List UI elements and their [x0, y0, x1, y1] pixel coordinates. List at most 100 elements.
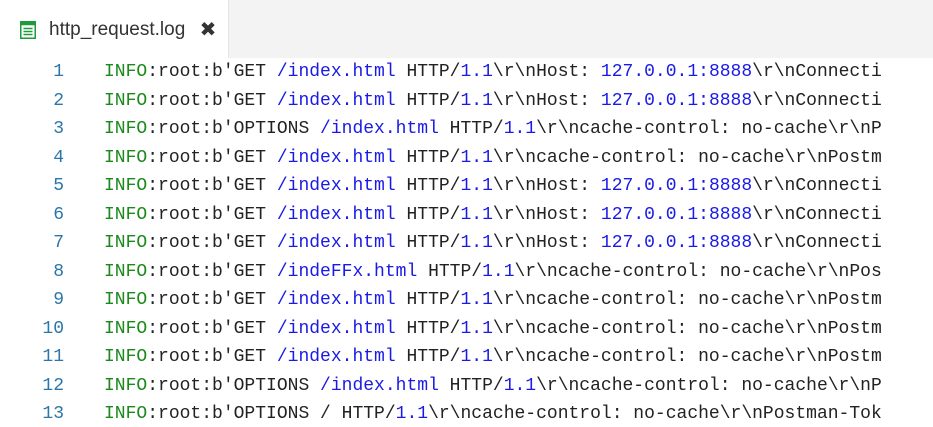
token-plain: HTTP/: [395, 204, 461, 225]
token-plain: \r\ncache-control: no-cache\r\nPostm: [492, 290, 882, 310]
token-plain: :root:b'GET: [147, 147, 277, 168]
token-num: 127.0.0.1:8888: [600, 62, 753, 82]
line-number: 6: [53, 204, 64, 225]
code-text[interactable]: INFO:root:b'GET /index.html HTTP/1.1\r\n…: [104, 87, 882, 116]
code-text[interactable]: INFO:root:b'GET /index.html HTTP/1.1\r\n…: [104, 286, 882, 315]
code-line: 4 INFO:root:b'GET /index.html HTTP/1.1\r…: [0, 144, 933, 173]
token-num: 127.0.0.1:8888: [600, 204, 753, 225]
token-plain: \r\ncache-control: no-cache\r\nP: [536, 119, 882, 139]
token-plain: HTTP/: [395, 147, 461, 168]
token-info: INFO: [104, 176, 148, 196]
token-plain: :root:b'GET: [147, 290, 277, 310]
code-text[interactable]: INFO:root:b'GET /index.html HTTP/1.1\r\n…: [104, 315, 882, 344]
token-info: INFO: [104, 290, 148, 310]
code-text[interactable]: INFO:root:b'GET /index.html HTTP/1.1\r\n…: [104, 58, 882, 87]
token-plain: HTTP/: [395, 233, 461, 253]
token-path: /index.html: [276, 347, 396, 367]
code-text[interactable]: INFO:root:b'GET /indeFFx.html HTTP/1.1\r…: [104, 258, 882, 287]
code-line: 13 INFO:root:b'OPTIONS / HTTP/1.1\r\ncac…: [0, 400, 933, 427]
token-path: /index.html: [320, 375, 439, 396]
token-info: INFO: [104, 375, 148, 396]
token-plain: \r\nConnecti: [752, 90, 882, 111]
tab-bar: http_request.log ✖: [0, 0, 933, 58]
line-number: 3: [53, 119, 64, 139]
token-plain: :root:b'GET: [147, 62, 277, 82]
token-plain: \r\ncache-control: no-cache\r\nPos: [514, 261, 882, 282]
code-line: 7 INFO:root:b'GET /index.html HTTP/1.1\r…: [0, 229, 933, 258]
token-path: /index.html: [276, 176, 396, 196]
token-info: INFO: [104, 404, 148, 424]
tab-http-request-log[interactable]: http_request.log ✖: [0, 0, 229, 58]
code-text[interactable]: INFO:root:b'GET /index.html HTTP/1.1\r\n…: [104, 201, 882, 230]
token-info: INFO: [104, 147, 148, 168]
code-line: 9 INFO:root:b'GET /index.html HTTP/1.1\r…: [0, 286, 933, 315]
code-text[interactable]: INFO:root:b'GET /index.html HTTP/1.1\r\n…: [104, 172, 882, 201]
token-plain: HTTP/: [395, 290, 461, 310]
code-line: 10 INFO:root:b'GET /index.html HTTP/1.1\…: [0, 315, 933, 344]
line-number: 9: [53, 290, 64, 310]
token-info: INFO: [104, 90, 148, 111]
close-icon[interactable]: ✖: [198, 16, 218, 42]
code-line: 6 INFO:root:b'GET /index.html HTTP/1.1\r…: [0, 201, 933, 230]
token-plain: \r\ncache-control: no-cache\r\nPostm: [492, 347, 882, 367]
token-plain: \r\ncache-control: no-cache\r\nP: [536, 375, 882, 396]
code-text[interactable]: INFO:root:b'GET /index.html HTTP/1.1\r\n…: [104, 343, 882, 372]
code-text[interactable]: INFO:root:b'OPTIONS / HTTP/1.1\r\ncache-…: [104, 400, 882, 427]
token-plain: \r\nHost:: [492, 176, 601, 196]
token-plain: :root:b'GET: [147, 347, 277, 367]
code-text[interactable]: INFO:root:b'GET /index.html HTTP/1.1\r\n…: [104, 229, 882, 258]
token-plain: \r\nConnecti: [752, 204, 882, 225]
code-line: 11 INFO:root:b'GET /index.html HTTP/1.1\…: [0, 343, 933, 372]
token-plain: :root:b'GET: [147, 318, 277, 339]
token-plain: HTTP/: [395, 90, 461, 111]
token-info: INFO: [104, 119, 148, 139]
line-number: 5: [53, 176, 64, 196]
code-text[interactable]: INFO:root:b'OPTIONS /index.html HTTP/1.1…: [104, 115, 882, 144]
token-path: /index.html: [320, 119, 439, 139]
token-num: 1.1: [460, 176, 493, 196]
line-number: 1: [53, 62, 64, 82]
line-number: 10: [42, 318, 64, 339]
token-num: 1.1: [503, 375, 537, 396]
token-plain: HTTP/: [395, 318, 461, 339]
tab-title: http_request.log: [49, 19, 186, 40]
line-number: 7: [53, 233, 64, 253]
token-path: /index.html: [276, 147, 396, 168]
line-number: 2: [53, 90, 64, 111]
token-path: /index.html: [276, 62, 396, 82]
token-info: INFO: [104, 233, 148, 253]
token-plain: \r\nHost:: [492, 233, 601, 253]
code-line: 12 INFO:root:b'OPTIONS /index.html HTTP/…: [0, 372, 933, 401]
token-num: 127.0.0.1:8888: [600, 90, 753, 111]
token-path: /index.html: [276, 90, 396, 111]
token-plain: :root:b'GET: [147, 176, 277, 196]
line-number: 13: [42, 404, 64, 424]
token-path: /index.html: [276, 290, 396, 310]
token-plain: \r\nConnecti: [752, 233, 882, 253]
token-num: 1.1: [395, 404, 429, 424]
line-number: 12: [42, 375, 64, 396]
token-plain: \r\ncache-control: no-cache\r\nPostm: [492, 318, 882, 339]
token-plain: \r\nConnecti: [752, 176, 882, 196]
code-line: 2 INFO:root:b'GET /index.html HTTP/1.1\r…: [0, 87, 933, 116]
code-text[interactable]: INFO:root:b'OPTIONS /index.html HTTP/1.1…: [104, 372, 882, 401]
token-plain: :root:b'GET: [147, 233, 277, 253]
token-plain: \r\ncache-control: no-cache\r\nPostm: [492, 147, 882, 168]
token-num: 1.1: [503, 119, 537, 139]
token-num: 1.1: [460, 147, 493, 168]
code-text[interactable]: INFO:root:b'GET /index.html HTTP/1.1\r\n…: [104, 144, 882, 173]
token-info: INFO: [104, 62, 148, 82]
token-info: INFO: [104, 261, 148, 282]
log-viewer-window: http_request.log ✖ 1 INFO:root:b'GET /in…: [0, 0, 933, 427]
token-plain: HTTP/: [438, 375, 504, 396]
token-plain: HTTP/: [438, 119, 504, 139]
token-num: 1.1: [460, 290, 493, 310]
token-path: /indeFFx.html: [276, 261, 418, 282]
token-plain: \r\ncache-control: no-cache\r\nPostman-T…: [428, 404, 882, 424]
token-path: /index.html: [276, 233, 396, 253]
token-plain: HTTP/: [395, 62, 461, 82]
editor-area[interactable]: 1 INFO:root:b'GET /index.html HTTP/1.1\r…: [0, 58, 933, 427]
token-num: 127.0.0.1:8888: [600, 176, 753, 196]
token-plain: :root:b'OPTIONS / HTTP/: [147, 404, 396, 424]
line-number: 8: [53, 261, 64, 282]
